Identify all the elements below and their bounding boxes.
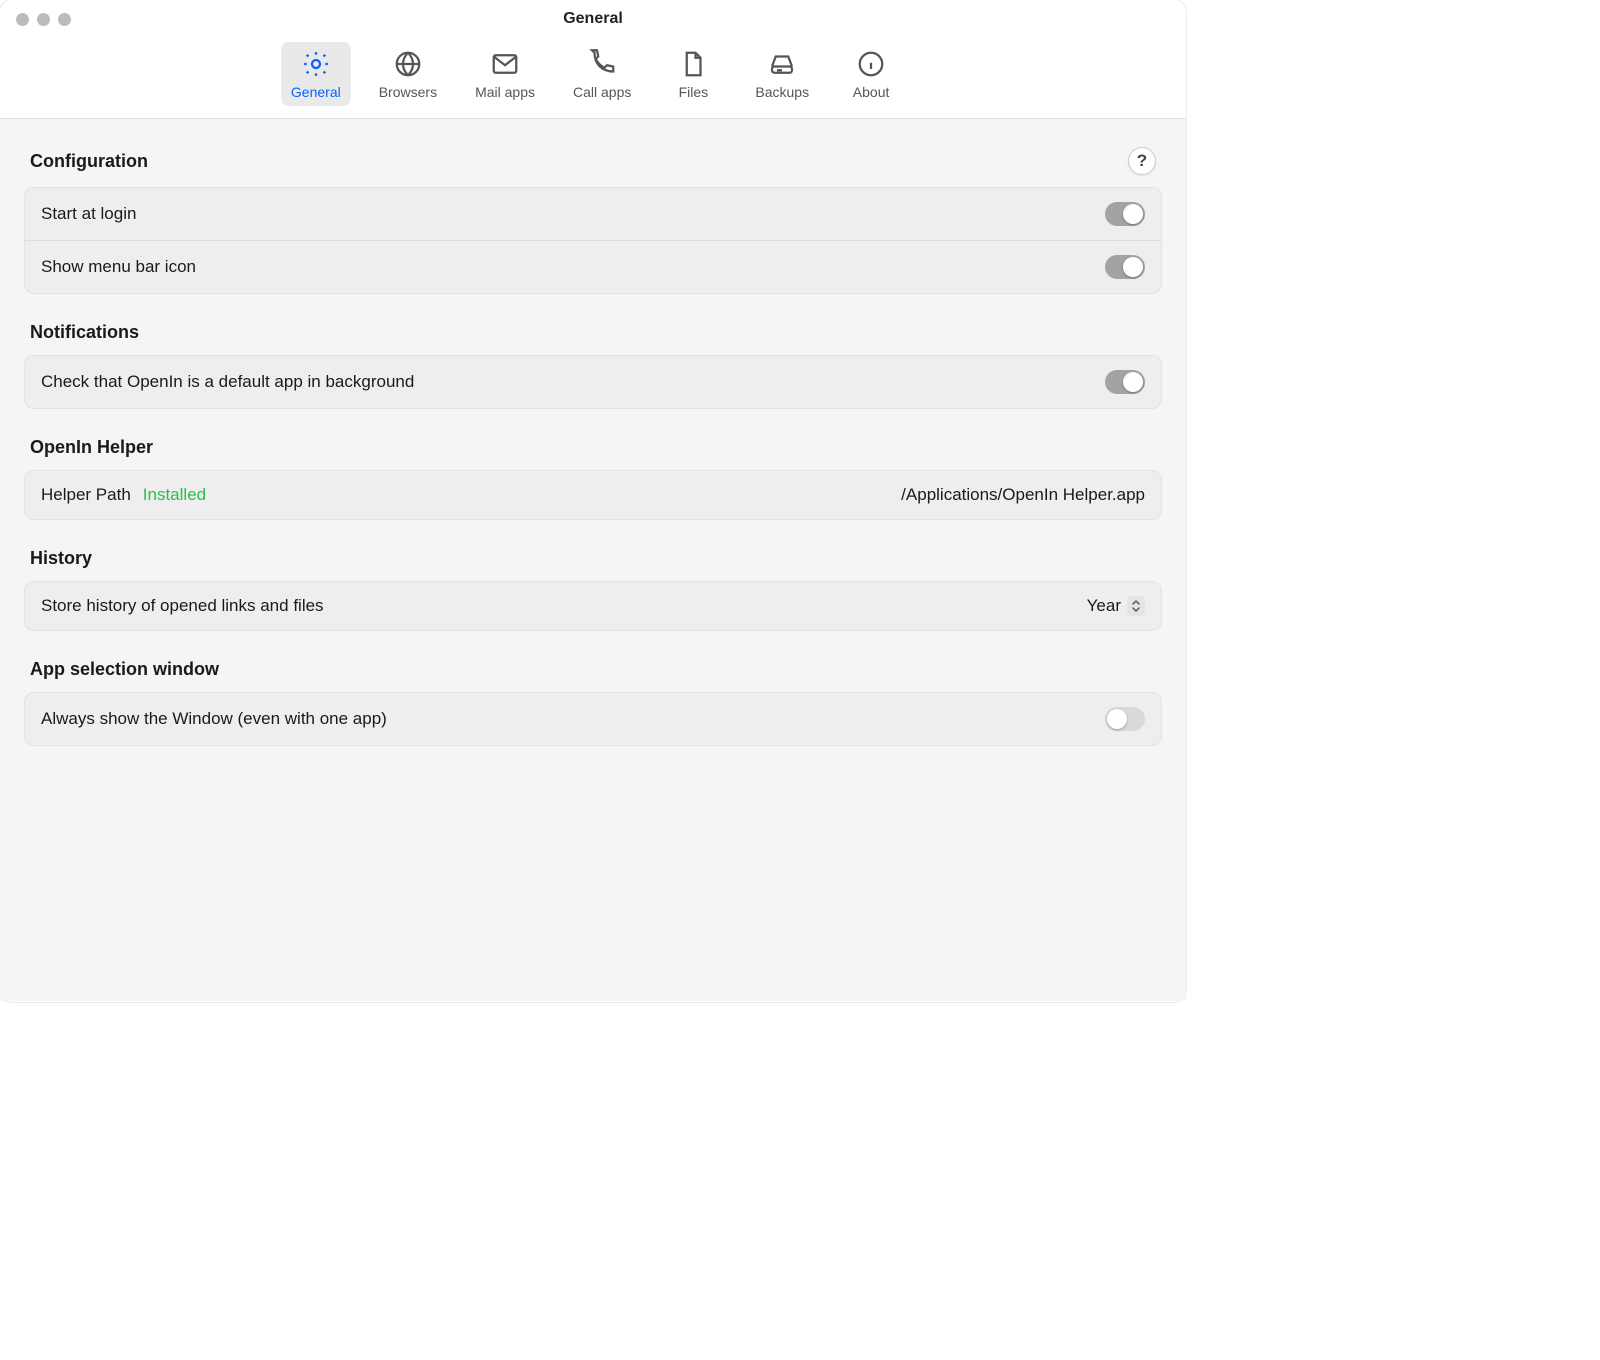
section-app-window: App selection window Always show the Win…	[24, 659, 1162, 746]
section-title: Notifications	[30, 322, 139, 343]
row-store-history: Store history of opened links and files …	[25, 582, 1161, 630]
toolbar-label: Mail apps	[475, 84, 535, 100]
file-icon	[677, 48, 709, 80]
zoom-dot[interactable]	[58, 13, 71, 26]
toolbar-label: General	[291, 84, 341, 100]
row-label: Helper Path	[41, 485, 131, 505]
toggle-check-default-app[interactable]	[1105, 370, 1145, 394]
row-label: Store history of opened links and files	[41, 596, 324, 616]
section-title: App selection window	[30, 659, 219, 680]
row-check-default-app: Check that OpenIn is a default app in ba…	[25, 356, 1161, 408]
row-always-show-window: Always show the Window (even with one ap…	[25, 693, 1161, 745]
history-duration-select[interactable]: Year	[1087, 596, 1145, 616]
traffic-lights	[16, 13, 71, 26]
toolbar: General Browsers Mail apps Call apps Fil…	[0, 38, 1186, 119]
toggle-always-show-window[interactable]	[1105, 707, 1145, 731]
toolbar-label: Files	[679, 84, 709, 100]
envelope-icon	[489, 48, 521, 80]
section-title: Configuration	[30, 151, 148, 172]
row-label: Always show the Window (even with one ap…	[41, 709, 387, 729]
chevron-updown-icon	[1127, 596, 1145, 616]
toolbar-item-about[interactable]: About	[837, 42, 905, 106]
globe-icon	[392, 48, 424, 80]
minimize-dot[interactable]	[37, 13, 50, 26]
toolbar-item-mail[interactable]: Mail apps	[465, 42, 545, 106]
toolbar-label: Browsers	[379, 84, 437, 100]
close-dot[interactable]	[16, 13, 29, 26]
toolbar-item-files[interactable]: Files	[659, 42, 727, 106]
toolbar-label: Backups	[755, 84, 809, 100]
section-history: History Store history of opened links an…	[24, 548, 1162, 631]
panel-history: Store history of opened links and files …	[24, 581, 1162, 631]
row-start-at-login: Start at login	[25, 188, 1161, 240]
row-label: Start at login	[41, 204, 136, 224]
section-helper: OpenIn Helper Helper Path Installed /App…	[24, 437, 1162, 520]
section-notifications: Notifications Check that OpenIn is a def…	[24, 322, 1162, 409]
status-badge-installed: Installed	[143, 485, 206, 505]
row-label: Check that OpenIn is a default app in ba…	[41, 372, 414, 392]
window-title: General	[563, 10, 623, 28]
panel-helper: Helper Path Installed /Applications/Open…	[24, 470, 1162, 520]
disk-icon	[766, 48, 798, 80]
section-title: History	[30, 548, 92, 569]
help-button[interactable]: ?	[1128, 147, 1156, 175]
info-icon	[855, 48, 887, 80]
select-value: Year	[1087, 596, 1121, 616]
gear-icon	[300, 48, 332, 80]
toggle-show-menu-bar-icon[interactable]	[1105, 255, 1145, 279]
panel-notifications: Check that OpenIn is a default app in ba…	[24, 355, 1162, 409]
row-label: Show menu bar icon	[41, 257, 196, 277]
row-show-menu-bar-icon: Show menu bar icon	[25, 240, 1161, 293]
section-title: OpenIn Helper	[30, 437, 153, 458]
toolbar-item-browsers[interactable]: Browsers	[369, 42, 447, 106]
panel-configuration: Start at login Show menu bar icon	[24, 187, 1162, 294]
content-area: Configuration ? Start at login Show menu…	[0, 119, 1186, 1001]
toolbar-item-call[interactable]: Call apps	[563, 42, 641, 106]
section-configuration: Configuration ? Start at login Show menu…	[24, 147, 1162, 294]
toolbar-label: Call apps	[573, 84, 631, 100]
toggle-start-at-login[interactable]	[1105, 202, 1145, 226]
row-helper-path: Helper Path Installed /Applications/Open…	[25, 471, 1161, 519]
helper-path-value: /Applications/OpenIn Helper.app	[901, 485, 1145, 505]
titlebar: General	[0, 0, 1186, 38]
toolbar-item-general[interactable]: General	[281, 42, 351, 106]
toolbar-label: About	[853, 84, 890, 100]
panel-app-window: Always show the Window (even with one ap…	[24, 692, 1162, 746]
toolbar-item-backups[interactable]: Backups	[745, 42, 819, 106]
phone-icon	[586, 48, 618, 80]
